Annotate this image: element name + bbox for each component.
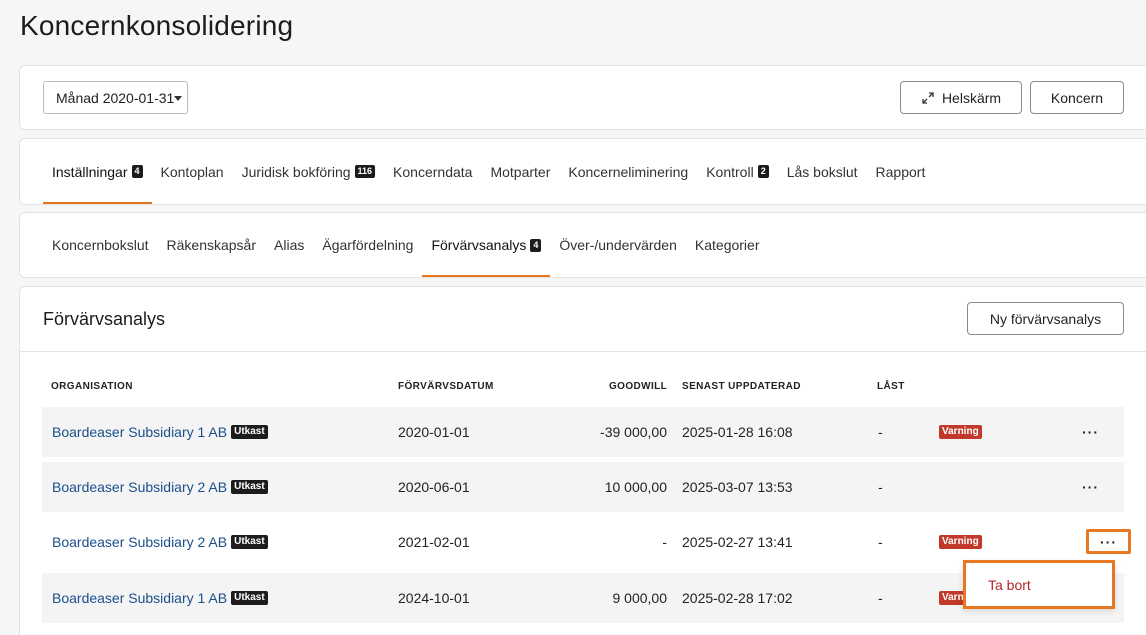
updated-cell: 2025-03-07 13:53 — [682, 479, 793, 495]
tab-badge: 2 — [757, 165, 769, 178]
org-link[interactable]: Boardeaser Subsidiary 1 AB — [52, 590, 227, 606]
org-cell: Boardeaser Subsidiary 1 AB Utkast — [52, 407, 268, 457]
table-row: Boardeaser Subsidiary 1 AB Utkast 2020-0… — [42, 407, 1124, 457]
table-row: Boardeaser Subsidiary 2 AB Utkast 2021-0… — [42, 517, 1131, 567]
tab-label: Ägarfördelning — [322, 237, 414, 253]
sub-tabs: Koncernbokslut Räkenskapsår Alias Ägarfö… — [20, 213, 768, 277]
column-header-locked[interactable]: LÅST — [877, 381, 905, 392]
expand-icon — [922, 91, 934, 104]
column-header-organisation[interactable]: ORGANISATION — [51, 381, 133, 392]
toolbar-card: Månad 2020-01-31 Helskärm Koncern — [19, 65, 1146, 130]
tab-over-undervarden[interactable]: Över-/undervärden — [550, 213, 686, 277]
updated-cell: 2025-02-28 17:02 — [682, 590, 793, 606]
updated-cell: 2025-02-27 13:41 — [682, 534, 793, 550]
tab-agarfordelning[interactable]: Ägarfördelning — [313, 213, 422, 277]
goodwill-cell: 9 000,00 — [612, 590, 668, 606]
draft-badge: Utkast — [231, 480, 268, 494]
column-header-goodwill[interactable]: GOODWILL — [609, 381, 667, 392]
updated-cell: 2025-01-28 16:08 — [682, 424, 793, 440]
tab-kategorier[interactable]: Kategorier — [686, 213, 769, 277]
tab-koncerneliminering[interactable]: Koncerneliminering — [559, 139, 697, 204]
org-link[interactable]: Boardeaser Subsidiary 1 AB — [52, 424, 227, 440]
sub-tabs-card: Koncernbokslut Räkenskapsår Alias Ägarfö… — [19, 212, 1146, 278]
main-tabs-card: Inställningar 4 Kontoplan Juridisk bokfö… — [19, 138, 1146, 205]
date-cell: 2020-06-01 — [398, 479, 470, 495]
org-link[interactable]: Boardeaser Subsidiary 2 AB — [52, 479, 227, 495]
org-cell: Boardeaser Subsidiary 2 AB Utkast — [52, 517, 268, 567]
tab-label: Koncernbokslut — [52, 237, 149, 253]
tab-label: Koncerneliminering — [568, 163, 689, 180]
draft-badge: Utkast — [231, 535, 268, 549]
tab-label: Juridisk bokföring — [241, 163, 351, 180]
section-title: Förvärvsanalys — [43, 309, 166, 329]
column-header-updated[interactable]: SENAST UPPDATERAD — [682, 381, 801, 392]
tab-label: Kontroll — [706, 163, 754, 180]
tab-motparter[interactable]: Motparter — [481, 139, 559, 204]
caret-down-icon — [174, 96, 182, 101]
divider — [20, 351, 1146, 352]
draft-badge: Utkast — [231, 425, 268, 439]
date-cell: 2024-10-01 — [398, 590, 470, 606]
main-tabs: Inställningar 4 Kontoplan Juridisk bokfö… — [20, 139, 934, 204]
tab-installningar[interactable]: Inställningar 4 — [43, 139, 152, 204]
goodwill-cell: - — [662, 534, 667, 550]
tab-label: Koncerndata — [393, 163, 473, 180]
date-cell: 2020-01-01 — [398, 424, 470, 440]
fullscreen-button[interactable]: Helskärm — [900, 81, 1022, 114]
status-cell: Varning — [939, 407, 982, 457]
locked-cell: - — [878, 534, 883, 550]
table-row: Boardeaser Subsidiary 2 AB Utkast 2020-0… — [42, 462, 1124, 512]
koncern-button[interactable]: Koncern — [1030, 81, 1124, 114]
more-actions-button[interactable]: ··· — [1082, 407, 1099, 457]
fullscreen-label: Helskärm — [941, 89, 1002, 106]
tab-koncernbokslut[interactable]: Koncernbokslut — [43, 213, 158, 277]
delete-menu-item[interactable]: Ta bort — [963, 560, 1115, 609]
tab-label: Kontoplan — [160, 163, 224, 180]
tab-label: Rapport — [875, 163, 926, 180]
more-actions-button-active[interactable]: ··· — [1086, 529, 1131, 554]
org-cell: Boardeaser Subsidiary 1 AB Utkast — [52, 573, 268, 623]
new-acquisition-analysis-button[interactable]: Ny förvärvsanalys — [967, 302, 1124, 335]
table-row: Boardeaser Subsidiary 1 AB Utkast 2024-1… — [42, 573, 1124, 623]
tab-label: Kategorier — [694, 237, 760, 253]
tab-juridisk-bokforing[interactable]: Juridisk bokföring 116 — [233, 139, 384, 204]
tab-las-bokslut[interactable]: Lås bokslut — [778, 139, 867, 204]
tab-label: Över-/undervärden — [559, 237, 677, 253]
tab-rapport[interactable]: Rapport — [867, 139, 935, 204]
tab-forvarvsanalys[interactable]: Förvärvsanalys 4 — [422, 213, 551, 277]
tab-label: Räkenskapsår — [166, 237, 257, 253]
column-header-date[interactable]: FÖRVÄRVSDATUM — [398, 381, 494, 392]
period-select[interactable]: Månad 2020-01-31 — [43, 81, 188, 114]
tab-badge: 4 — [530, 238, 542, 252]
org-cell: Boardeaser Subsidiary 2 AB Utkast — [52, 462, 268, 512]
date-cell: 2021-02-01 — [398, 534, 470, 550]
tab-badge: 116 — [354, 165, 376, 178]
locked-cell: - — [878, 590, 883, 606]
page-title: Koncernkonsolidering — [20, 10, 294, 41]
tab-label: Lås bokslut — [786, 163, 858, 180]
tab-koncerndata[interactable]: Koncerndata — [384, 139, 481, 204]
tab-rakenskapsar[interactable]: Räkenskapsår — [158, 213, 266, 277]
warning-badge: Varning — [939, 425, 982, 439]
tab-kontoplan[interactable]: Kontoplan — [152, 139, 233, 204]
tab-kontroll[interactable]: Kontroll 2 — [697, 139, 777, 204]
locked-cell: - — [878, 424, 883, 440]
more-actions-button[interactable]: ··· — [1082, 462, 1099, 512]
tab-label: Motparter — [490, 163, 551, 180]
tab-badge: 4 — [131, 165, 143, 178]
tab-label: Alias — [274, 237, 305, 253]
tab-label: Inställningar — [52, 163, 128, 180]
period-select-value: Månad 2020-01-31 — [56, 90, 175, 106]
goodwill-cell: 10 000,00 — [604, 479, 667, 495]
draft-badge: Utkast — [231, 591, 268, 605]
more-icon: ··· — [1100, 533, 1117, 550]
org-link[interactable]: Boardeaser Subsidiary 2 AB — [52, 534, 227, 550]
goodwill-cell: -39 000,00 — [600, 424, 667, 440]
tab-label: Förvärvsanalys — [431, 237, 527, 253]
warning-badge: Varning — [939, 535, 982, 549]
tab-alias[interactable]: Alias — [265, 213, 313, 277]
locked-cell: - — [878, 479, 883, 495]
